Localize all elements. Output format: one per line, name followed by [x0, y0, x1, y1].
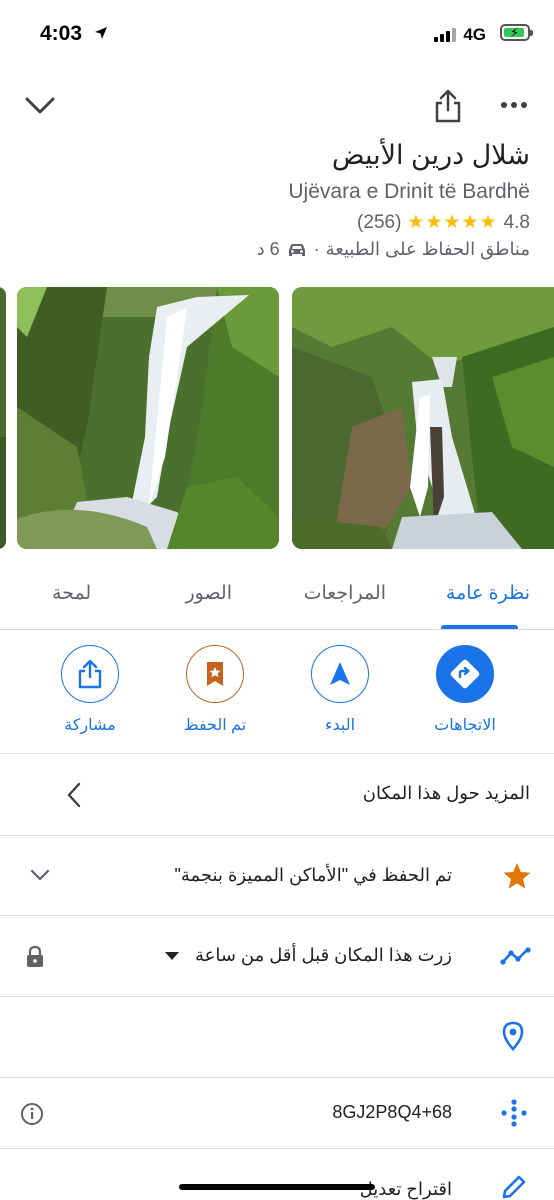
chevron-down-icon[interactable] [30, 869, 50, 881]
plus-code-value: 8GJ2P8Q4+68 [332, 1102, 452, 1122]
active-tab-indicator [441, 625, 518, 629]
tab-bar: نظرة عامة المراجعات الصور لمحة [0, 570, 554, 630]
caret-down-icon [165, 952, 179, 960]
saved-button[interactable]: تم الحفظ [165, 645, 265, 735]
tab-overview[interactable]: نظرة عامة [446, 582, 530, 605]
status-time: 4:03 [40, 22, 83, 45]
start-button[interactable]: البدء [290, 645, 390, 735]
saved-list-row[interactable]: تم الحفظ في "الأماكن المميزة بنجمة" [0, 836, 554, 916]
visit-history-row[interactable]: زرت هذا المكان قبل أقل من ساعة [0, 916, 554, 996]
travel-time: 6 د [256, 239, 280, 259]
review-count: (256) [357, 211, 402, 233]
status-bar: 4:03 4G ⚡ [0, 0, 554, 70]
address-row[interactable] [0, 997, 554, 1077]
star-icon [503, 863, 531, 889]
share-button[interactable]: مشاركة [40, 645, 140, 735]
saved-list-label: تم الحفظ في "الأماكن المميزة بنجمة" [174, 865, 452, 885]
place-subtitle: Ujëvara e Drinit të Bardhë [288, 180, 530, 203]
rating-row[interactable]: (256) ★★★★★ 4.8 [357, 211, 530, 234]
location-pin-icon [502, 1021, 524, 1051]
tab-photos[interactable]: الصور [185, 582, 232, 605]
saved-label: تم الحفظ [183, 717, 247, 734]
place-category: مناطق الحفاظ على الطبيعة [325, 239, 530, 259]
place-title: شلال درين الأبيض [331, 140, 530, 170]
car-icon [288, 243, 305, 256]
share-label: مشاركة [64, 717, 116, 734]
navigation-arrow-icon [330, 662, 350, 685]
timeline-icon [500, 947, 531, 965]
waterfall-photo[interactable] [17, 287, 279, 549]
rating-value: 4.8 [503, 211, 530, 233]
lock-icon [27, 946, 43, 967]
directions-icon [450, 659, 480, 689]
edit-pencil-icon [502, 1175, 526, 1199]
more-horizontal-icon[interactable] [500, 100, 528, 110]
share-icon[interactable] [432, 88, 464, 124]
home-indicator [179, 1184, 375, 1190]
chevron-left-icon [67, 782, 81, 808]
location-arrow-icon [95, 27, 107, 39]
network-type: 4G [463, 25, 486, 44]
info-icon[interactable] [20, 1102, 44, 1126]
star-rating: ★★★★★ [407, 212, 498, 233]
more-about-label: المزيد حول هذا المكان [362, 783, 530, 803]
directions-label: الاتجاهات [434, 717, 496, 734]
signal-icon [434, 27, 456, 42]
separator-dot: · [313, 239, 320, 259]
suggest-edit-row[interactable]: اقتراح تعديل [0, 1149, 554, 1200]
battery-icon: ⚡ [500, 24, 533, 41]
more-about-row[interactable]: المزيد حول هذا المكان [0, 755, 554, 835]
waterfall-photo[interactable] [292, 287, 554, 549]
plus-code-icon [501, 1099, 527, 1127]
saved-bookmark-icon [207, 662, 223, 686]
plus-code-row[interactable]: 8GJ2P8Q4+68 [0, 1078, 554, 1148]
visit-history-label: زرت هذا المكان قبل أقل من ساعة [194, 945, 452, 965]
share-icon [78, 659, 102, 689]
start-label: البدء [324, 717, 356, 734]
tab-about[interactable]: لمحة [52, 582, 91, 605]
photo-thumbnail[interactable] [0, 287, 6, 549]
divider [0, 753, 554, 754]
chevron-down-icon[interactable] [24, 92, 56, 120]
directions-button[interactable]: الاتجاهات [415, 645, 515, 735]
category-row: مناطق الحفاظ على الطبيعة · 6 د [257, 239, 530, 260]
tab-reviews[interactable]: المراجعات [304, 582, 386, 605]
